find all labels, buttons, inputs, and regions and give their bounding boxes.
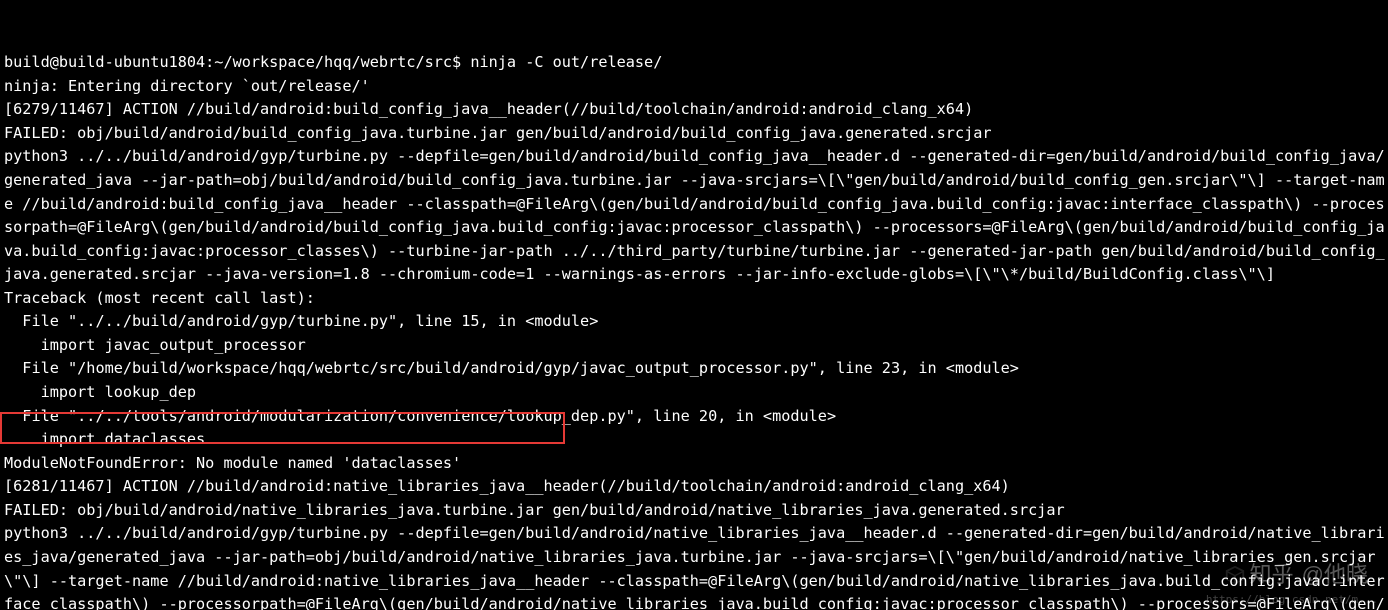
- terminal-line: File "../../tools/android/modularization…: [4, 405, 1388, 429]
- terminal-line: build@build-ubuntu1804:~/workspace/hqq/w…: [4, 51, 1388, 75]
- terminal-line: python3 ../../build/android/gyp/turbine.…: [4, 522, 1388, 610]
- terminal-output: build@build-ubuntu1804:~/workspace/hqq/w…: [0, 0, 1388, 610]
- terminal-line: [6279/11467] ACTION //build/android:buil…: [4, 98, 1388, 122]
- terminal-line: [6281/11467] ACTION //build/android:nati…: [4, 475, 1388, 499]
- terminal-line: FAILED: obj/build/android/build_config_j…: [4, 122, 1388, 146]
- footer-url: https://blog.csdn.net/m...: [1206, 591, 1378, 608]
- terminal-line: FAILED: obj/build/android/native_librari…: [4, 499, 1388, 523]
- terminal-line: ninja: Entering directory `out/release/': [4, 75, 1388, 99]
- terminal-line: ModuleNotFoundError: No module named 'da…: [4, 452, 1388, 476]
- terminal-line: File "/home/build/workspace/hqq/webrtc/s…: [4, 357, 1388, 381]
- terminal-line: import javac_output_processor: [4, 334, 1388, 358]
- terminal-line: Traceback (most recent call last):: [4, 287, 1388, 311]
- terminal-line: import lookup_dep: [4, 381, 1388, 405]
- terminal-line: python3 ../../build/android/gyp/turbine.…: [4, 145, 1388, 286]
- terminal-line: File "../../build/android/gyp/turbine.py…: [4, 310, 1388, 334]
- terminal-line: import dataclasses: [4, 428, 1388, 452]
